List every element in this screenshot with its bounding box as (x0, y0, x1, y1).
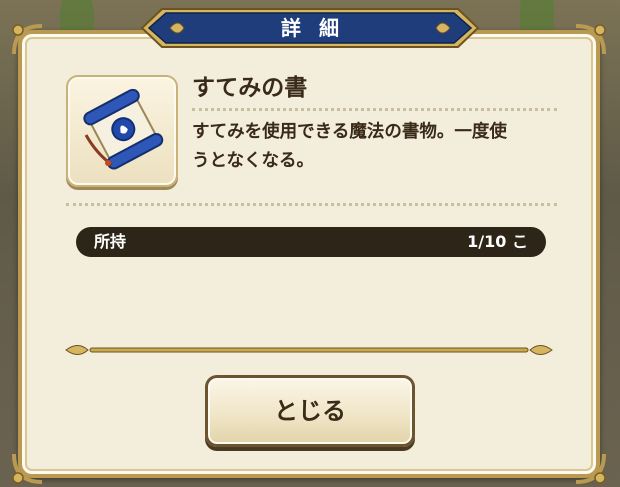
divider (66, 203, 557, 206)
owned-value: 1/10 こ (467, 232, 528, 251)
owned-count-bar: 所持 1/10 こ (76, 227, 546, 257)
corner-ornament-icon (575, 453, 606, 484)
item-icon-card (66, 75, 178, 187)
item-description: すてみを使用できる魔法の書物。一度使 うとなくなる。 (192, 122, 507, 171)
item-name: すてみの書 (192, 75, 308, 101)
dialog-title: 詳細 (281, 16, 357, 40)
corner-ornament-icon (12, 24, 43, 55)
scroll-icon (83, 88, 164, 170)
corner-ornament-icon (575, 24, 606, 55)
title-banner: 詳細 (140, 7, 480, 49)
rod-divider-icon (65, 345, 553, 355)
divider (192, 108, 557, 111)
owned-label: 所持 (94, 232, 127, 251)
close-button-label: とじる (274, 397, 346, 425)
corner-ornament-icon (12, 453, 43, 484)
close-button[interactable]: とじる (205, 375, 415, 447)
